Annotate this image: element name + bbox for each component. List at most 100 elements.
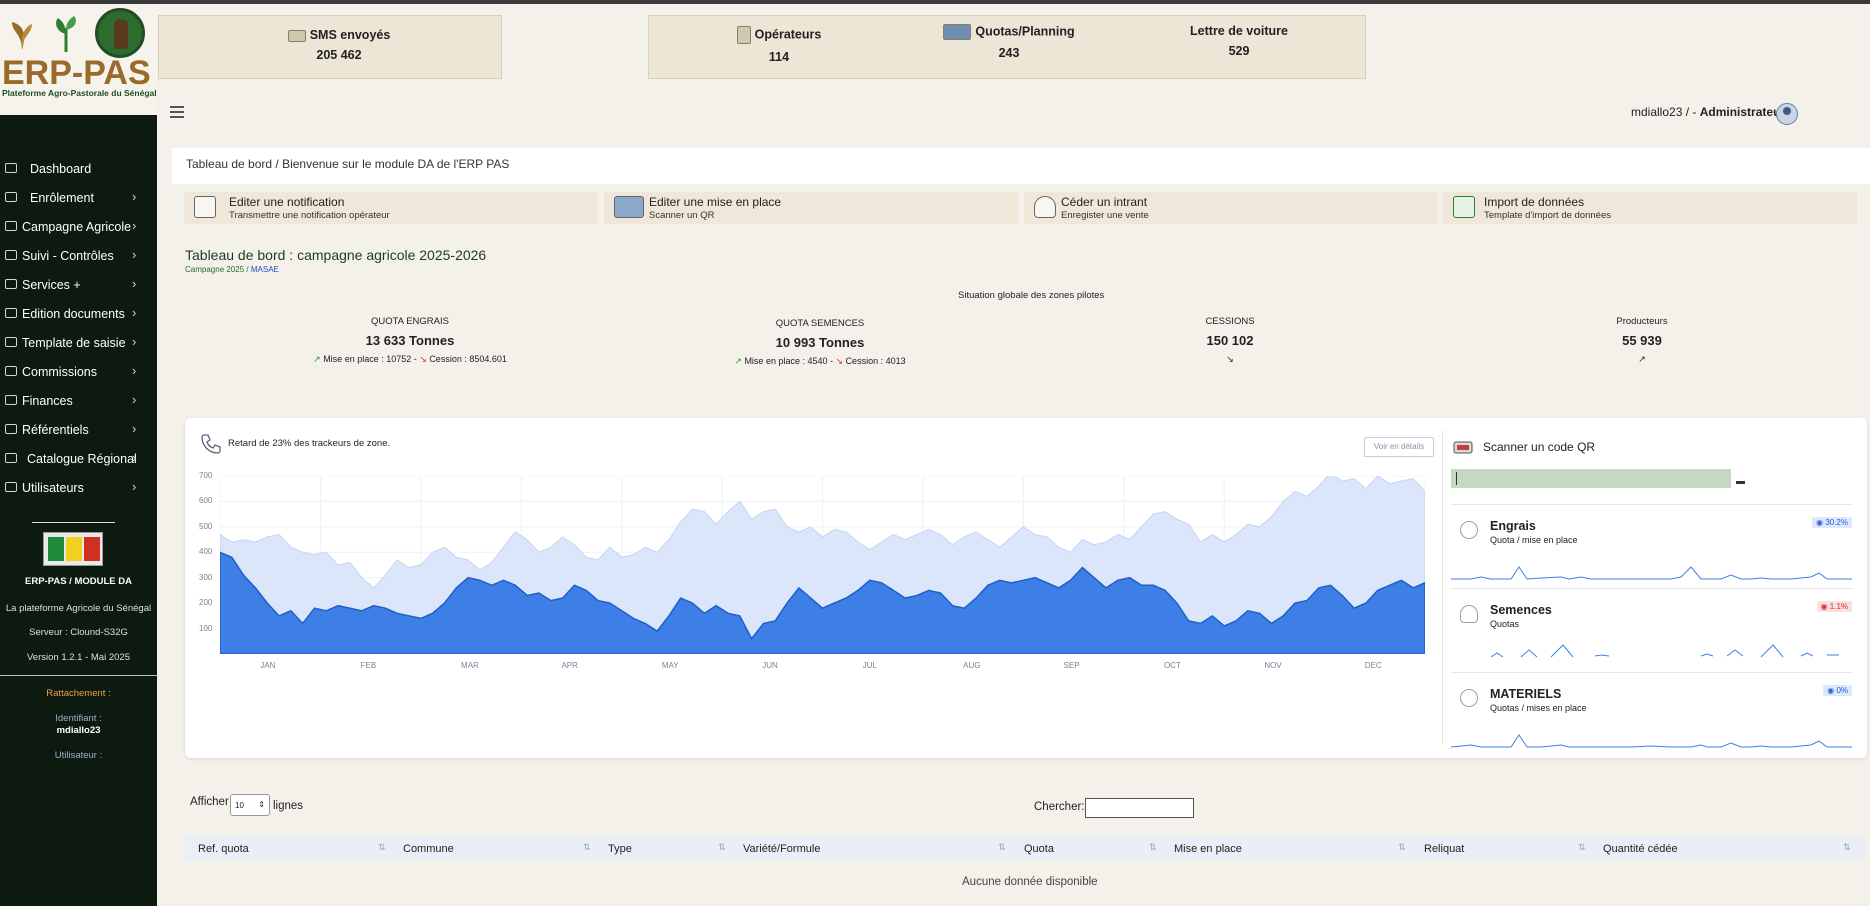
x-tick-label: AUG — [963, 661, 981, 670]
sidebar-item-catalogue[interactable]: Catalogue Régional › — [0, 444, 157, 473]
view-details-button[interactable]: Voir en détails — [1364, 437, 1434, 457]
x-tick-label: SEP — [1063, 661, 1080, 670]
chevron-right-icon: › — [132, 479, 137, 494]
sidebar-item-commissions[interactable]: Commissions › — [0, 357, 157, 386]
sidebar-item-suivi[interactable]: Suivi - Contrôles › — [0, 241, 157, 270]
semences-metric[interactable]: Semences Quotas ◉ 1.1% — [1451, 588, 1852, 668]
search-input[interactable] — [1085, 798, 1194, 818]
column-header[interactable]: Quota — [1024, 843, 1054, 855]
tracker-alert: Retard de 23% des trackeurs de zone. — [228, 438, 391, 449]
materiels-metric[interactable]: MATERIELS Quotas / mises en place ◉ 0% — [1451, 672, 1852, 752]
sidebar-item-edition[interactable]: Edition documents › — [0, 299, 157, 328]
brand-tagline: Plateforme Agro-Pastorale du Sénégal — [2, 88, 157, 98]
panel-divider — [1442, 430, 1443, 745]
data-import-action[interactable]: Import de données Template d'import de d… — [1443, 192, 1857, 224]
senegal-flag-image — [43, 532, 103, 566]
y-tick-label: 500 — [199, 521, 213, 531]
services-icon — [5, 279, 17, 289]
qr-mini-button[interactable] — [1736, 481, 1745, 484]
column-header[interactable]: Type — [608, 843, 632, 855]
avatar[interactable] — [1776, 103, 1798, 125]
page-length-select[interactable]: 10 ⇕ — [230, 794, 270, 816]
phone-icon — [201, 434, 221, 454]
cede-input-action[interactable]: Céder un intrant Enregister une vente — [1024, 192, 1437, 224]
chevron-right-icon: › — [132, 334, 137, 349]
sidebar-item-services[interactable]: Services + › — [0, 270, 157, 299]
excel-icon — [1453, 196, 1475, 218]
semences-sparkline — [1490, 644, 1839, 658]
sort-icon[interactable]: ⇅ — [718, 842, 726, 853]
status-badge: ◉ 30.2% — [1812, 517, 1852, 528]
chevron-right-icon: › — [132, 305, 137, 320]
column-header[interactable]: Ref. quota — [198, 843, 249, 855]
sms-stat: SMS envoyés 205 462 — [259, 28, 419, 62]
x-tick-label: FEB — [360, 661, 377, 670]
money-bag-icon — [1034, 196, 1056, 218]
cessions-kpi: CESSIONS 150 102 ↘ — [1170, 316, 1290, 365]
column-header[interactable]: Commune — [403, 843, 454, 855]
user-icon — [5, 482, 17, 492]
trend-up-icon: ↗ — [313, 354, 321, 364]
chevron-right-icon: › — [132, 450, 137, 465]
column-header[interactable]: Reliquat — [1424, 843, 1464, 855]
trend-up-icon: ↗ — [1638, 354, 1646, 364]
sidebar-item-template[interactable]: Template de saisie › — [0, 328, 157, 357]
sidebar-item-enrolement[interactable]: Enrôlement › — [0, 183, 157, 212]
operators-count: 114 — [768, 50, 790, 64]
chevron-right-icon: › — [132, 247, 137, 262]
masae-link[interactable]: MASAE — [251, 265, 279, 274]
menu-toggle-icon[interactable] — [170, 106, 184, 118]
quotas-stat: Quotas/Planning 243 — [939, 24, 1079, 60]
sort-icon[interactable]: ⇅ — [1398, 842, 1406, 853]
sort-icon[interactable]: ⇅ — [998, 842, 1006, 853]
text-cursor — [1456, 472, 1457, 485]
sms-count: 205 462 — [316, 48, 362, 62]
page-title: Tableau de bord : campagne agricole 2025… — [185, 247, 487, 263]
edit-notification-action[interactable]: Editer une notification Transmettre une … — [184, 192, 598, 224]
sidebar-item-finances[interactable]: Finances › — [0, 386, 157, 415]
person-icon — [1460, 605, 1478, 623]
commissions-icon — [5, 366, 17, 376]
search-icon — [5, 424, 17, 434]
users-icon — [5, 192, 17, 202]
chevron-right-icon: › — [132, 363, 137, 378]
trend-down-icon: ↘ — [835, 356, 844, 366]
sidebar: ERP-PAS Plateforme Agro-Pastorale du Sén… — [0, 4, 157, 906]
chevron-right-icon: › — [132, 218, 137, 233]
user-label: Utilisateur : — [54, 750, 103, 761]
qr-code-input[interactable] — [1451, 469, 1731, 488]
sidebar-item-referentiels[interactable]: Référentiels › — [0, 415, 157, 444]
template-icon — [5, 337, 17, 347]
chevron-right-icon: › — [132, 189, 137, 204]
truck-icon — [943, 24, 972, 40]
y-tick-label: 600 — [199, 496, 213, 506]
sms-stat-panel: SMS envoyés 205 462 — [158, 15, 502, 79]
y-tick-label: 700 — [199, 471, 213, 480]
column-header[interactable]: Quantité cédée — [1603, 843, 1678, 855]
logo[interactable]: ERP-PAS Plateforme Agro-Pastorale du Sén… — [0, 4, 157, 115]
smile-icon — [1460, 521, 1478, 539]
sort-icon[interactable]: ⇅ — [378, 842, 386, 853]
engrais-metric[interactable]: Engrais Quota / mise en place ◉ 30.2% — [1451, 504, 1852, 584]
sidebar-item-utilisateurs[interactable]: Utilisateurs › — [0, 473, 157, 502]
status-badge: ◉ 0% — [1823, 685, 1852, 696]
dashboard-icon — [5, 163, 17, 173]
y-tick-label: 300 — [199, 572, 213, 582]
sidebar-item-campagne[interactable]: Campagne Agricole › — [0, 212, 157, 241]
chevron-right-icon: › — [132, 392, 137, 407]
edit-setup-action[interactable]: Editer une mise en place Scanner un QR — [604, 192, 1018, 224]
waybill-stat: Lettre de voiture 529 — [1169, 24, 1309, 58]
registered-icon — [1460, 689, 1478, 707]
finances-icon — [5, 395, 17, 405]
column-header[interactable]: Mise en place — [1174, 843, 1242, 855]
sort-icon[interactable]: ⇅ — [1843, 842, 1851, 853]
sidebar-item-dashboard[interactable]: Dashboard — [0, 154, 157, 183]
trend-down-icon: ↘ — [419, 354, 427, 364]
x-tick-label: JUN — [762, 661, 778, 670]
sort-icon[interactable]: ⇅ — [1578, 842, 1586, 853]
sort-icon[interactable]: ⇅ — [1149, 842, 1157, 853]
producteurs-kpi: Producteurs 55 939 ↗ — [1582, 316, 1702, 365]
sort-icon[interactable]: ⇅ — [583, 842, 591, 853]
column-header[interactable]: Variété/Formule — [743, 843, 820, 855]
user-info[interactable]: mdiallo23 / - Administrateur — [1631, 105, 1785, 119]
